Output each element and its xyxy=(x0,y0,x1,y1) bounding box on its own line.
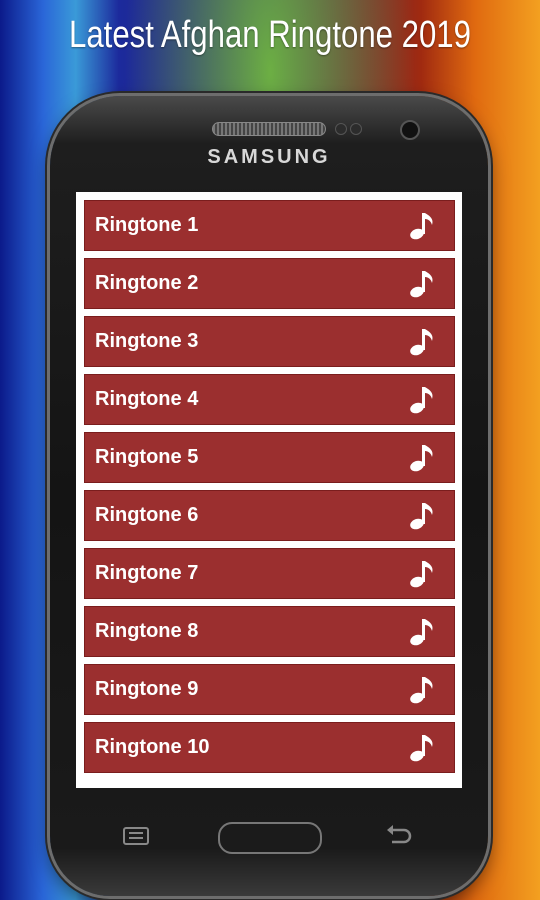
ringtone-item[interactable]: Ringtone 10 xyxy=(84,722,455,773)
ringtone-item[interactable]: Ringtone 8 xyxy=(84,606,455,657)
ringtone-label: Ringtone 5 xyxy=(95,446,199,468)
ringtone-label: Ringtone 6 xyxy=(95,504,199,526)
ringtone-item[interactable]: Ringtone 9 xyxy=(84,664,455,715)
ringtone-label: Ringtone 3 xyxy=(95,330,199,352)
phone-frame: SAMSUNG Ringtone 1 Ringtone 2 Ringtone 3… xyxy=(50,96,488,896)
sensor-icon xyxy=(335,123,347,135)
phone-screen: Ringtone 1 Ringtone 2 Ringtone 3 Rington… xyxy=(76,192,462,788)
music-note-icon xyxy=(410,619,433,646)
music-note-icon xyxy=(410,735,433,762)
music-note-icon xyxy=(410,271,433,298)
ringtone-item[interactable]: Ringtone 5 xyxy=(84,432,455,483)
ringtone-label: Ringtone 10 xyxy=(95,736,210,758)
ringtone-label: Ringtone 9 xyxy=(95,678,199,700)
music-note-icon xyxy=(410,677,433,704)
ringtone-label: Ringtone 2 xyxy=(95,272,199,294)
home-button[interactable] xyxy=(218,822,322,854)
device-brand-logo: SAMSUNG xyxy=(207,146,331,168)
ringtone-item[interactable]: Ringtone 3 xyxy=(84,316,455,367)
ringtone-label: Ringtone 8 xyxy=(95,620,199,642)
ringtone-item[interactable]: Ringtone 1 xyxy=(84,200,455,251)
music-note-icon xyxy=(410,387,433,414)
ringtone-item[interactable]: Ringtone 6 xyxy=(84,490,455,541)
ringtone-label: Ringtone 1 xyxy=(95,214,199,236)
sensor-icon xyxy=(350,123,362,135)
ringtone-item[interactable]: Ringtone 7 xyxy=(84,548,455,599)
ringtone-list: Ringtone 1 Ringtone 2 Ringtone 3 Rington… xyxy=(84,200,455,780)
speaker-grille xyxy=(212,122,326,136)
ringtone-label: Ringtone 7 xyxy=(95,562,199,584)
ringtone-item[interactable]: Ringtone 4 xyxy=(84,374,455,425)
music-note-icon xyxy=(410,213,433,240)
menu-icon[interactable] xyxy=(122,826,150,846)
front-camera-icon xyxy=(400,120,420,140)
music-note-icon xyxy=(410,329,433,356)
back-icon[interactable] xyxy=(384,824,414,848)
page-title: Latest Afghan Ringtone 2019 xyxy=(69,14,471,56)
music-note-icon xyxy=(410,445,433,472)
ringtone-label: Ringtone 4 xyxy=(95,388,199,410)
music-note-icon xyxy=(410,561,433,588)
ringtone-item[interactable]: Ringtone 2 xyxy=(84,258,455,309)
hardware-buttons xyxy=(50,818,488,858)
music-note-icon xyxy=(410,503,433,530)
